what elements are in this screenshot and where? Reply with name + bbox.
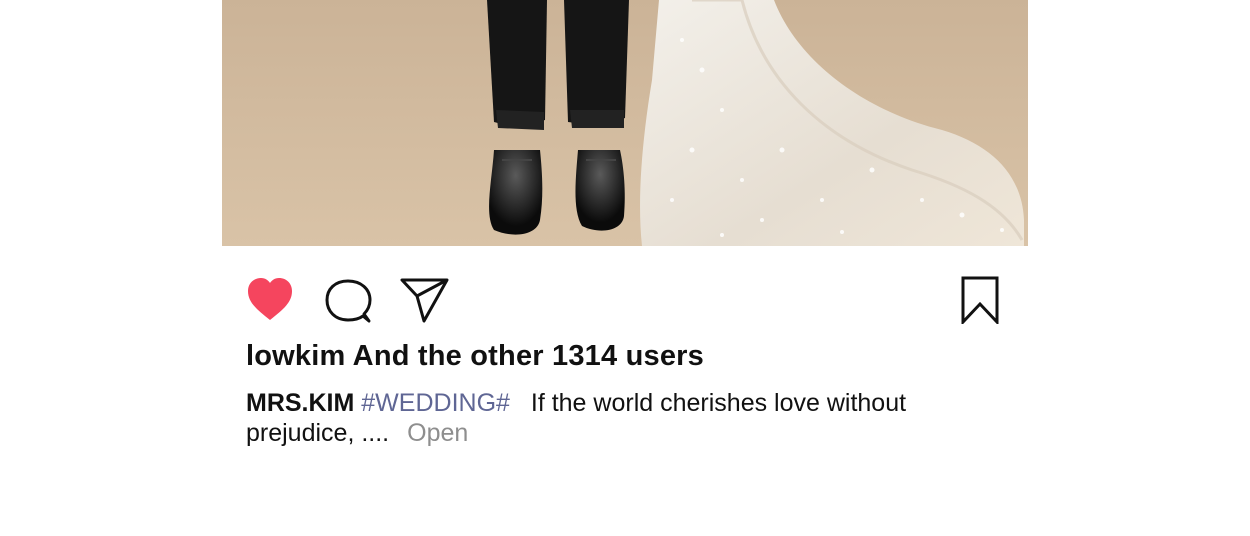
share-button[interactable] <box>400 276 450 324</box>
paper-plane-icon <box>400 278 449 323</box>
post-photo[interactable] <box>222 0 1028 246</box>
caption-text-continued: prejudice, .... <box>246 419 390 447</box>
caption-text: If the world cherishes love without <box>530 389 907 417</box>
speech-bubble-icon <box>325 279 372 323</box>
post-page: lowkim And the other 1314 users MRS.KIM … <box>0 0 1250 536</box>
bookmark-icon <box>961 276 999 324</box>
open-caption-link[interactable]: Open <box>407 419 468 447</box>
caption-hashtag[interactable]: #WEDDING# <box>361 389 510 417</box>
save-button[interactable] <box>960 276 1010 324</box>
post-caption: MRS.KIM #WEDDING# If the world cherishes… <box>246 388 946 448</box>
like-button[interactable] <box>246 276 296 324</box>
likes-count[interactable]: lowkim And the other 1314 users <box>246 340 704 373</box>
heart-icon <box>248 278 292 320</box>
wedding-couple-photo <box>222 0 1028 246</box>
comment-button[interactable] <box>324 276 374 324</box>
post-action-bar <box>246 276 1000 326</box>
caption-author[interactable]: MRS.KIM <box>246 389 354 417</box>
